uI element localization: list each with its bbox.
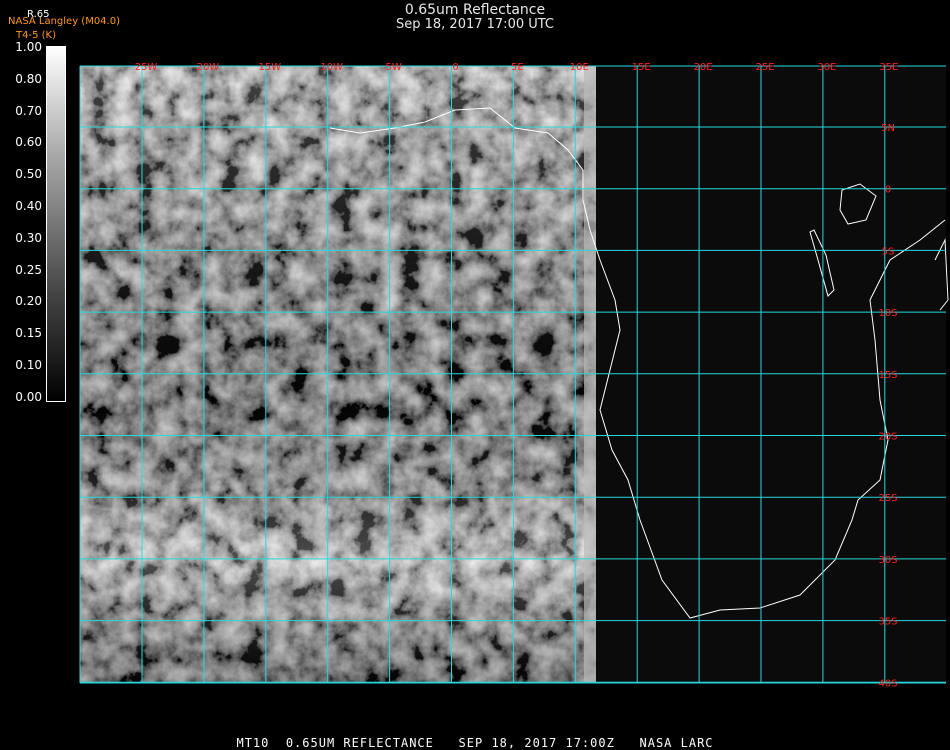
latitude-label: 40S <box>878 678 897 689</box>
latitude-label: 0 <box>885 185 891 196</box>
imagery-shading <box>80 66 596 683</box>
latitude-label: 5N <box>881 123 895 134</box>
longitude-label: 15W <box>258 62 281 73</box>
longitude-label: 25W <box>135 62 158 73</box>
longitude-label: 35E <box>879 62 898 73</box>
longitude-label: 30E <box>817 62 836 73</box>
longitude-label: 20W <box>197 62 220 73</box>
footer-caption: MT10 0.65UM REFLECTANCE SEP 18, 2017 17:… <box>236 736 714 750</box>
latitude-label: 5S <box>882 246 895 257</box>
longitude-label: 5E <box>511 62 524 73</box>
latitude-label: 35S <box>878 617 897 628</box>
latitude-label: 30S <box>878 555 897 566</box>
latitude-label: 25S <box>878 493 897 504</box>
longitude-label: 0 <box>452 62 458 73</box>
longitude-label: 10E <box>570 62 589 73</box>
latitude-label: 20S <box>878 432 897 443</box>
longitude-label: 15E <box>632 62 651 73</box>
latitude-label: 15S <box>878 370 897 381</box>
longitude-label: 5W <box>385 62 401 73</box>
latitude-label: 10S <box>878 308 897 319</box>
longitude-label: 25E <box>755 62 774 73</box>
longitude-label: 20E <box>694 62 713 73</box>
limb-edge <box>584 66 596 683</box>
satellite-map: 25W 20W 15W 10W 5W 0 5E 10E 15E 20E 25E 30E 35E 5N 0 5S… <box>79 62 949 689</box>
longitude-label: 10W <box>320 62 343 73</box>
